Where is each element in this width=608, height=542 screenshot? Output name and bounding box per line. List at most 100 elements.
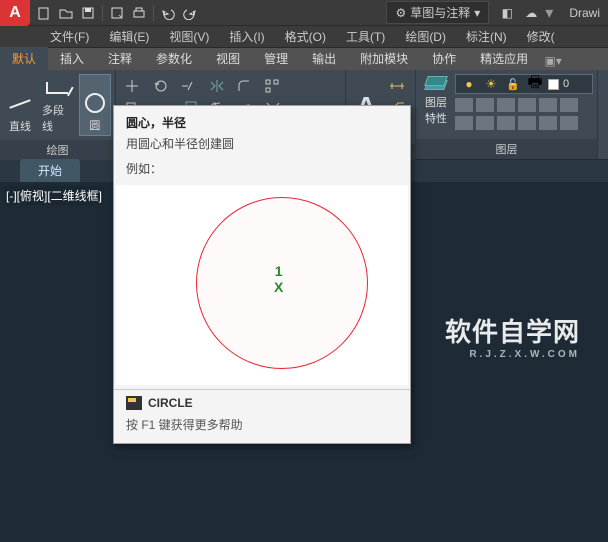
circle-label: 圆: [89, 117, 100, 133]
layer-properties-button[interactable]: 图层 特性: [420, 74, 452, 130]
viewport-label[interactable]: [-][俯视][二维线框]: [4, 186, 104, 205]
share-icon[interactable]: ◧: [497, 3, 517, 23]
layer-tool-icon[interactable]: [497, 98, 515, 112]
color-swatch: [548, 79, 559, 90]
layer-name: 0: [563, 78, 569, 90]
layer-tool-icon[interactable]: [518, 116, 536, 130]
line-button[interactable]: 直线: [4, 74, 36, 136]
watermark-sub: R.J.Z.X.W.COM: [445, 349, 580, 360]
menu-insert[interactable]: 插入(I): [219, 28, 274, 45]
app-logo[interactable]: A: [0, 0, 30, 26]
tooltip-description: 用圆心和半径创建圆: [114, 135, 410, 160]
polyline-button[interactable]: 多段线: [38, 74, 77, 136]
circle-button[interactable]: 圆: [79, 74, 111, 136]
polyline-label: 多段线: [42, 102, 73, 134]
menu-format[interactable]: 格式(O): [275, 28, 336, 45]
redo-icon[interactable]: [180, 3, 200, 23]
trim-icon[interactable]: [176, 76, 202, 96]
polyline-icon: [45, 76, 69, 100]
layer-tool-icon[interactable]: [539, 98, 557, 112]
sun-icon: ☀: [482, 76, 500, 92]
layer-tools-row1: [455, 98, 593, 112]
tooltip-title: 圆心，半径: [114, 106, 410, 135]
layer-tool-icon[interactable]: [476, 98, 494, 112]
line-label: 直线: [9, 118, 31, 134]
bulb-icon: ●: [460, 76, 478, 92]
menu-modify[interactable]: 修改(: [517, 28, 565, 45]
panel-draw: 直线 多段线 圆 绘图: [0, 70, 116, 159]
layer-dropdown[interactable]: ● ☀ 🔓 🖶 0: [455, 74, 593, 94]
watermark-main: 软件自学网: [445, 317, 580, 347]
tab-featured[interactable]: 精选应用: [468, 47, 540, 70]
ribbon-tabs: 默认 插入 注释 参数化 视图 管理 输出 附加模块 协作 精选应用 ▣▾: [0, 48, 608, 70]
move-icon[interactable]: [120, 76, 146, 96]
tooltip-illustration: 1X: [116, 185, 408, 385]
lock-icon: 🔓: [504, 76, 522, 92]
layer-tool-icon[interactable]: [497, 116, 515, 130]
workspace-dropdown[interactable]: ⚙ 草图与注释 ▾: [386, 1, 489, 24]
panel-title-draw: 绘图: [0, 140, 115, 160]
menu-view[interactable]: 视图(V): [159, 28, 219, 45]
layer-tool-icon[interactable]: [455, 98, 473, 112]
layer-tool-icon[interactable]: [476, 116, 494, 130]
layer-tools-row2: [455, 116, 593, 130]
chevron-down-icon: ▾: [474, 6, 480, 20]
tab-collab[interactable]: 协作: [420, 47, 468, 70]
tooltip-command: CIRCLE: [114, 390, 410, 416]
layer-tool-icon[interactable]: [518, 98, 536, 112]
menu-bar: 文件(F) 编辑(E) 视图(V) 插入(I) 格式(O) 工具(T) 绘图(D…: [0, 26, 608, 48]
layer-tool-icon[interactable]: [560, 116, 578, 130]
panel-title-layers: 图层: [416, 139, 597, 159]
menu-edit[interactable]: 编辑(E): [99, 28, 159, 45]
dropdown-icon[interactable]: ▾: [545, 3, 553, 23]
ribbon-search-icon[interactable]: ▣▾: [544, 52, 562, 70]
layer-stack-icon: [424, 76, 448, 94]
line-icon: [8, 92, 32, 116]
tab-annotate[interactable]: 注释: [96, 47, 144, 70]
menu-dimension[interactable]: 标注(N): [456, 28, 517, 45]
rotate-icon[interactable]: [148, 76, 174, 96]
dim-linear-icon[interactable]: [384, 74, 410, 94]
tab-manage[interactable]: 管理: [252, 47, 300, 70]
title-bar: A ⚙ 草图与注释 ▾ ◧ ☁ ▾ Drawi: [0, 0, 608, 26]
layer-tool-icon[interactable]: [539, 116, 557, 130]
array-icon[interactable]: [260, 76, 286, 96]
command-icon: [126, 396, 142, 410]
tooltip-example-label: 例如：: [114, 160, 410, 181]
tooltip: 圆心，半径 用圆心和半径创建圆 例如： 1X CIRCLE 按 F1 键获得更多…: [113, 105, 411, 444]
fillet-icon[interactable]: [232, 76, 258, 96]
plot-icon[interactable]: [129, 3, 149, 23]
quick-access-toolbar: [30, 3, 204, 23]
tab-output[interactable]: 输出: [300, 47, 348, 70]
menu-draw[interactable]: 绘图(D): [395, 28, 456, 45]
saveas-icon[interactable]: [107, 3, 127, 23]
tab-view[interactable]: 视图: [204, 47, 252, 70]
document-name: Drawi: [561, 6, 608, 20]
tab-addins[interactable]: 附加模块: [348, 47, 420, 70]
layer-tool-icon[interactable]: [560, 98, 578, 112]
mirror-icon[interactable]: [204, 76, 230, 96]
cloud-icon[interactable]: ☁: [521, 3, 541, 23]
tooltip-help: 按 F1 键获得更多帮助: [114, 416, 410, 443]
title-right-tools: ◧ ☁ ▾: [489, 3, 561, 23]
doc-tab-start[interactable]: 开始: [20, 159, 80, 182]
menu-file[interactable]: 文件(F): [40, 28, 99, 45]
layer-props-label: 图层 特性: [425, 94, 447, 126]
tab-parametric[interactable]: 参数化: [144, 47, 204, 70]
circle-icon: [83, 91, 107, 115]
menu-tools[interactable]: 工具(T): [336, 28, 395, 45]
plot-layer-icon: 🖶: [526, 76, 544, 92]
save-icon[interactable]: [78, 3, 98, 23]
tab-default[interactable]: 默认: [0, 47, 48, 70]
gear-icon: ⚙: [395, 6, 406, 20]
tooltip-center-mark: 1X: [274, 263, 283, 295]
panel-layers: 图层 特性 ● ☀ 🔓 🖶 0: [416, 70, 598, 159]
undo-icon[interactable]: [158, 3, 178, 23]
workspace-label: 草图与注释: [410, 4, 470, 21]
tab-insert[interactable]: 插入: [48, 47, 96, 70]
watermark: 软件自学网 R.J.Z.X.W.COM: [445, 312, 580, 360]
open-icon[interactable]: [56, 3, 76, 23]
tooltip-command-name: CIRCLE: [148, 396, 193, 410]
new-icon[interactable]: [34, 3, 54, 23]
layer-tool-icon[interactable]: [455, 116, 473, 130]
